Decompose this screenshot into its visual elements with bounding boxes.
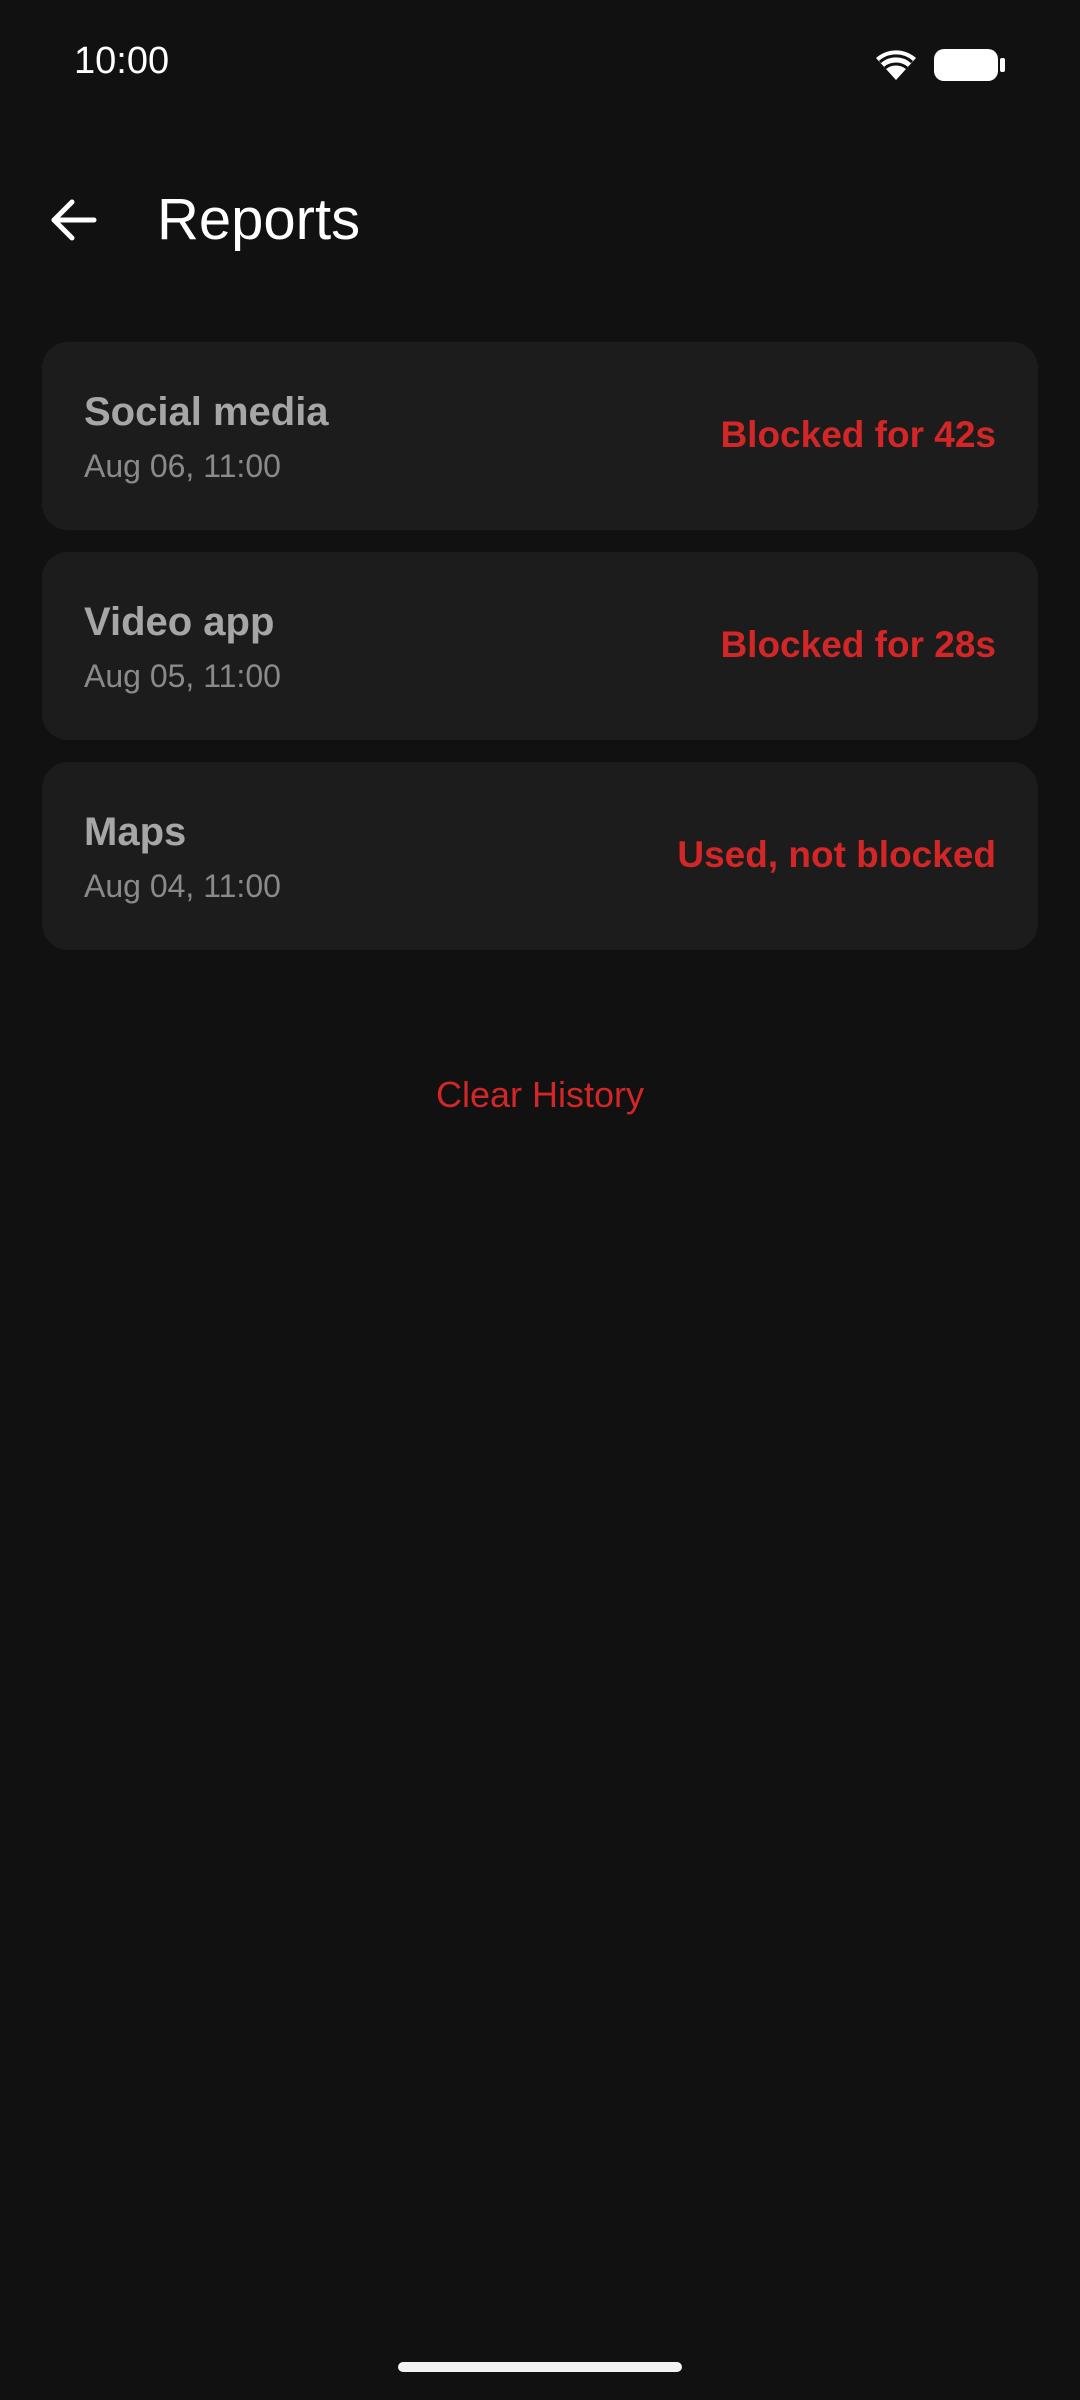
- report-status: Blocked for 28s: [720, 624, 996, 665]
- reports-list: Social media Aug 06, 11:00 Blocked for 4…: [42, 342, 1038, 972]
- report-date: Aug 04, 11:00: [84, 868, 281, 904]
- report-app-name: Maps: [84, 810, 187, 854]
- report-app-name: Social media: [84, 390, 329, 434]
- wifi-icon: [872, 46, 920, 82]
- report-date: Aug 05, 11:00: [84, 658, 281, 694]
- back-button[interactable]: [34, 182, 114, 262]
- app-bar: Reports: [0, 160, 1080, 280]
- report-date: Aug 06, 11:00: [84, 448, 281, 484]
- report-card[interactable]: Maps Aug 04, 11:00 Used, not blocked: [42, 762, 1038, 950]
- report-card[interactable]: Video app Aug 05, 11:00 Blocked for 28s: [42, 552, 1038, 740]
- page-title: Reports: [157, 187, 361, 252]
- clear-history-button[interactable]: Clear History: [0, 1074, 1080, 1116]
- status-time: 10:00: [74, 40, 170, 82]
- report-card[interactable]: Social media Aug 06, 11:00 Blocked for 4…: [42, 342, 1038, 530]
- report-status: Used, not blocked: [677, 834, 996, 875]
- report-app-name: Video app: [84, 600, 275, 644]
- status-bar: 10:00: [0, 0, 1080, 130]
- battery-icon: [934, 48, 1006, 82]
- arrow-back-icon: [50, 198, 98, 247]
- report-status: Blocked for 42s: [720, 414, 996, 455]
- home-indicator[interactable]: [398, 2362, 682, 2372]
